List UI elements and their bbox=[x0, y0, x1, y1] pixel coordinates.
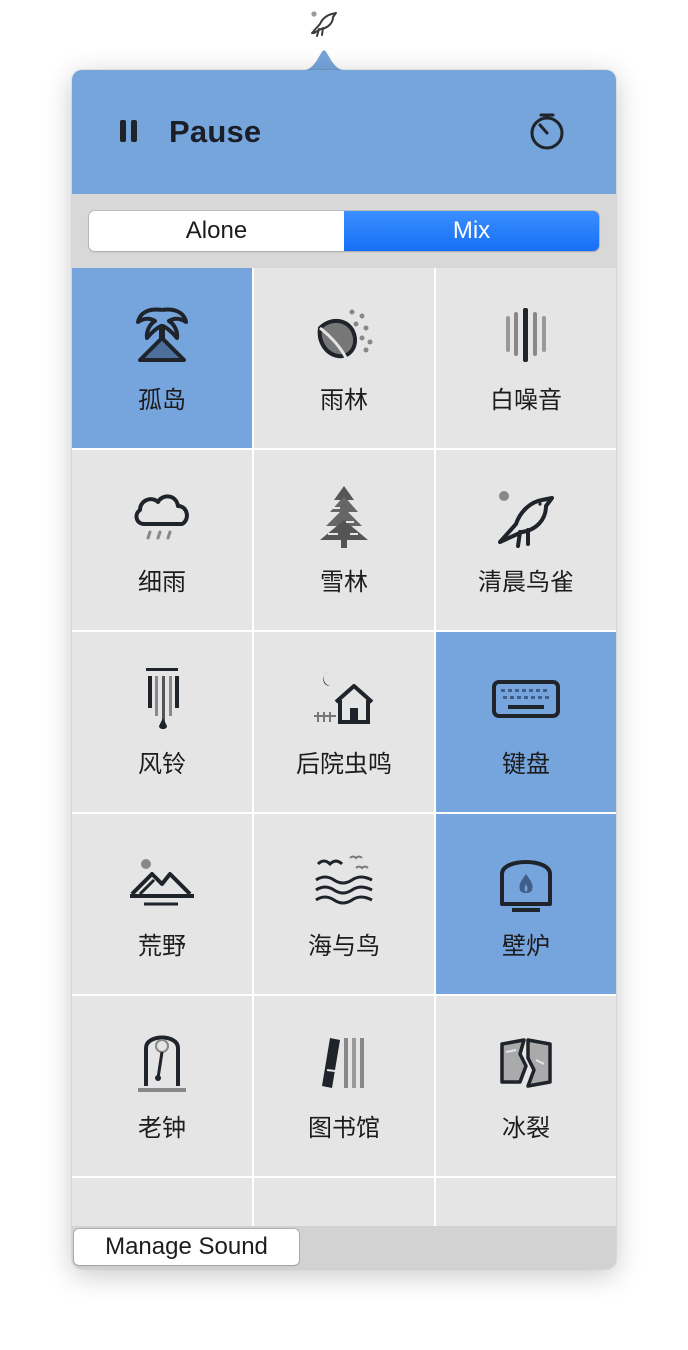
sea-birds-icon bbox=[315, 855, 373, 905]
ice-crack-icon bbox=[500, 1038, 552, 1088]
menubar-bird-icon[interactable] bbox=[306, 6, 340, 40]
keyboard-icon bbox=[492, 680, 560, 718]
timer-icon[interactable] bbox=[527, 112, 567, 152]
sound-label: 壁炉 bbox=[502, 933, 550, 960]
mode-segmented-control: Alone Mix bbox=[89, 211, 599, 251]
popover-panel: Pause Alone Mix 孤岛 雨林 白噪音 细雨 雪林 清晨鸟雀 风铃 … bbox=[72, 70, 616, 1269]
sound-tile-fireplace[interactable]: 壁炉 bbox=[436, 814, 616, 994]
library-books-icon bbox=[322, 1038, 364, 1088]
sound-label: 清晨鸟雀 bbox=[478, 569, 574, 596]
island-icon bbox=[136, 307, 188, 362]
segment-alone[interactable]: Alone bbox=[89, 211, 344, 251]
fireplace-icon bbox=[500, 860, 552, 912]
sound-label: 冰裂 bbox=[502, 1115, 550, 1142]
cloud-rain-icon bbox=[134, 494, 189, 540]
house-moon-icon bbox=[314, 672, 374, 724]
pause-button[interactable]: Pause bbox=[112, 110, 282, 154]
sound-label: 白噪音 bbox=[490, 387, 562, 414]
pause-icon bbox=[120, 120, 144, 144]
sound-grid-scroll[interactable]: 孤岛 雨林 白噪音 细雨 雪林 清晨鸟雀 风铃 后院虫鸣 键盘 荒野 海与鸟 壁… bbox=[72, 268, 616, 1226]
sound-tile-library[interactable]: 图书馆 bbox=[254, 996, 434, 1176]
white-noise-icon bbox=[506, 308, 546, 362]
popover-arrow bbox=[296, 50, 352, 72]
sound-label: 海与鸟 bbox=[308, 933, 380, 960]
sound-tile-wind-chime[interactable]: 风铃 bbox=[72, 632, 252, 812]
sound-label: 老钟 bbox=[138, 1115, 186, 1142]
partial-icon bbox=[128, 1212, 196, 1226]
sound-label: 孤岛 bbox=[138, 387, 186, 414]
mode-segment-bar: Alone Mix bbox=[72, 194, 616, 268]
pendulum-clock-icon bbox=[138, 1035, 186, 1092]
sound-tile-backyard[interactable]: 后院虫鸣 bbox=[254, 632, 434, 812]
sound-tile-island[interactable]: 孤岛 bbox=[72, 268, 252, 448]
sound-tile-snow-forest[interactable]: 雪林 bbox=[254, 450, 434, 630]
sound-tile-partial[interactable] bbox=[436, 1178, 616, 1226]
sound-tile-morning-birds[interactable]: 清晨鸟雀 bbox=[436, 450, 616, 630]
partial-icon bbox=[310, 1212, 378, 1226]
sound-tile-wilderness[interactable]: 荒野 bbox=[72, 814, 252, 994]
sound-label: 雨林 bbox=[320, 387, 368, 414]
sound-grid: 孤岛 雨林 白噪音 细雨 雪林 清晨鸟雀 风铃 后院虫鸣 键盘 荒野 海与鸟 壁… bbox=[72, 268, 616, 1226]
bird-icon bbox=[498, 491, 554, 548]
rainforest-leaf-icon bbox=[317, 309, 373, 359]
sound-label: 图书馆 bbox=[308, 1115, 380, 1142]
wind-chime-icon bbox=[146, 668, 179, 729]
sound-tile-partial[interactable] bbox=[72, 1178, 252, 1226]
sound-tile-white-noise[interactable]: 白噪音 bbox=[436, 268, 616, 448]
sound-tile-drizzle[interactable]: 细雨 bbox=[72, 450, 252, 630]
sound-label: 荒野 bbox=[138, 933, 186, 960]
sound-tile-old-clock[interactable]: 老钟 bbox=[72, 996, 252, 1176]
sound-tile-rainforest[interactable]: 雨林 bbox=[254, 268, 434, 448]
segment-mix[interactable]: Mix bbox=[344, 211, 599, 251]
manage-sound-button[interactable]: Manage Sound bbox=[74, 1229, 299, 1265]
mountains-icon bbox=[130, 859, 194, 906]
sound-label: 细雨 bbox=[138, 569, 186, 596]
partial-icon bbox=[492, 1212, 560, 1226]
sound-label: 后院虫鸣 bbox=[296, 751, 392, 778]
footer-bar: Manage Sound bbox=[72, 1226, 616, 1269]
sound-tile-partial[interactable] bbox=[254, 1178, 434, 1226]
header: Pause bbox=[72, 70, 616, 194]
sound-label: 键盘 bbox=[502, 751, 550, 778]
sound-tile-ice-crack[interactable]: 冰裂 bbox=[436, 996, 616, 1176]
sound-tile-keyboard[interactable]: 键盘 bbox=[436, 632, 616, 812]
sound-label: 雪林 bbox=[320, 569, 368, 596]
sound-tile-sea-birds[interactable]: 海与鸟 bbox=[254, 814, 434, 994]
pause-label: Pause bbox=[169, 114, 262, 149]
sound-label: 风铃 bbox=[138, 751, 186, 778]
snow-tree-icon bbox=[320, 486, 368, 548]
